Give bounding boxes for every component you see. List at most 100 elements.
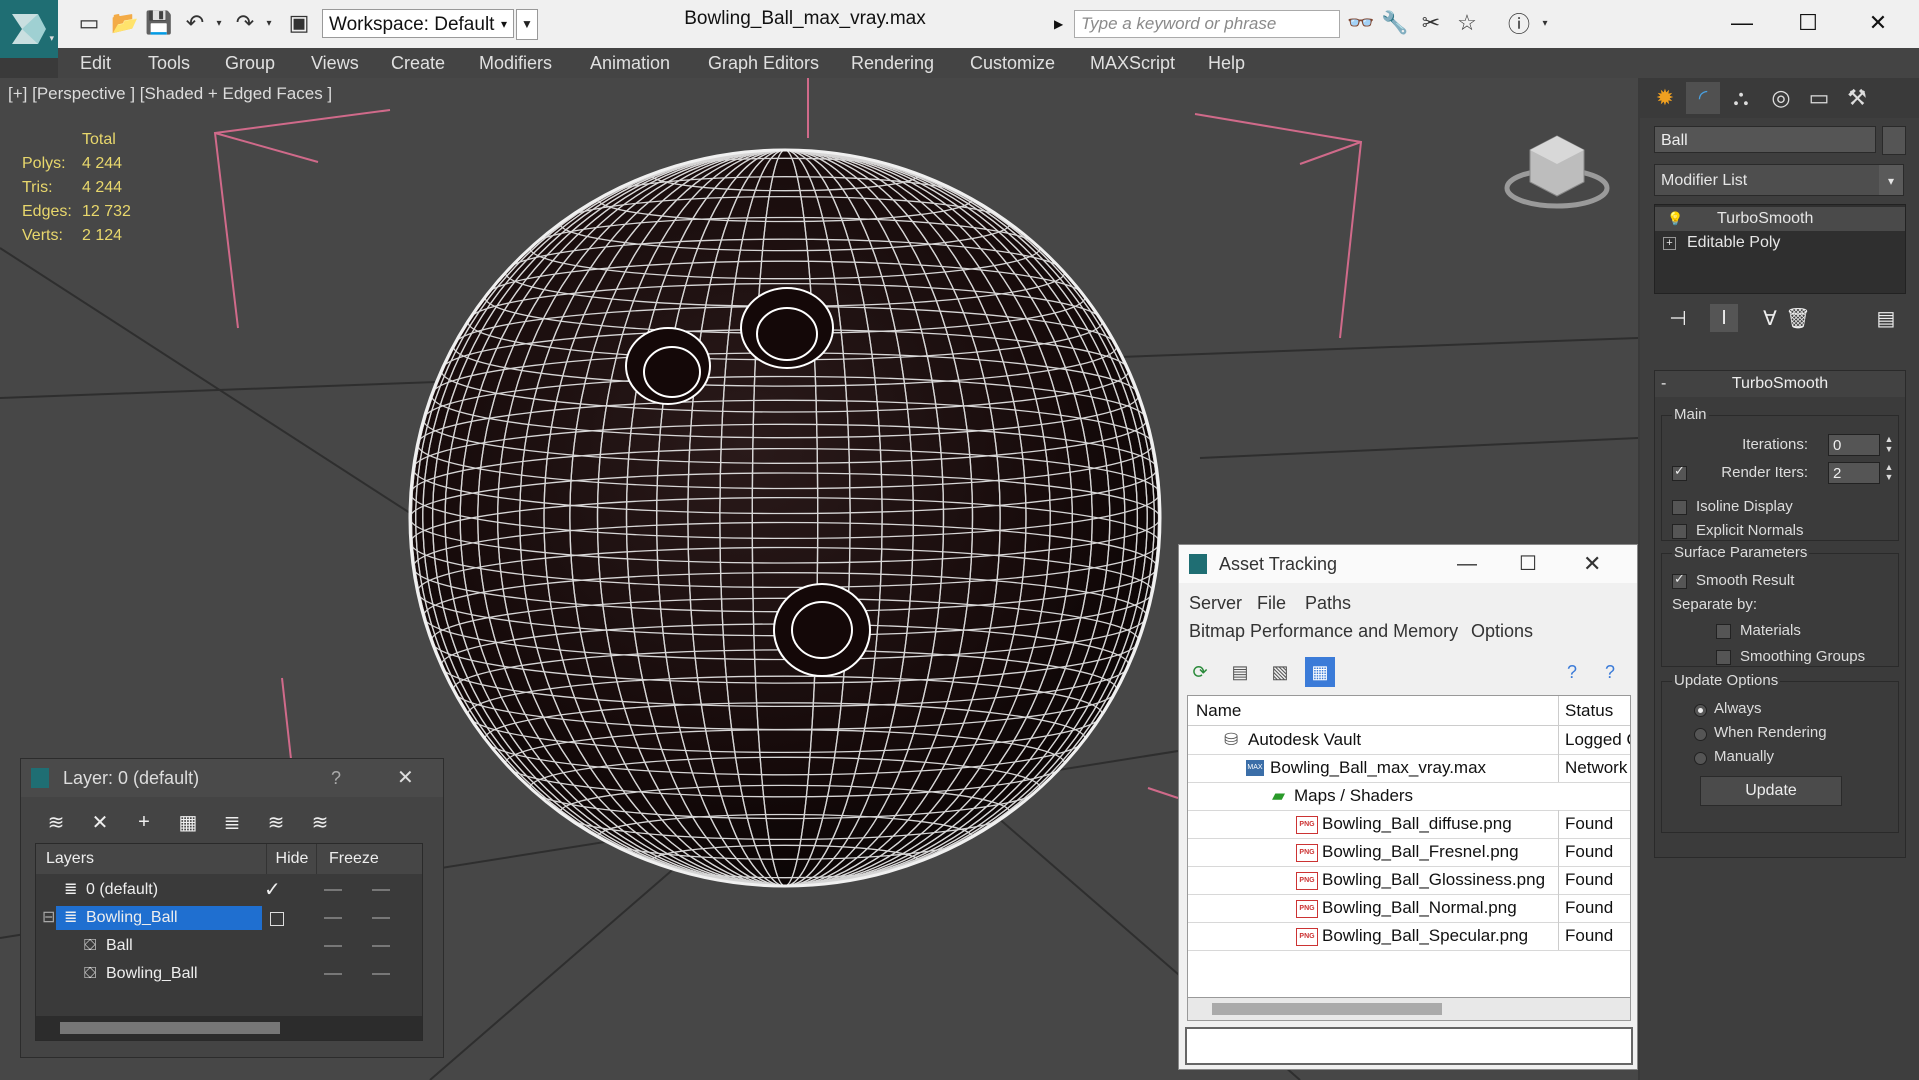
column-header-layers[interactable]: Layers [36,844,266,874]
modifier-list-dropdown[interactable]: Modifier List ▾ [1654,164,1904,196]
menu-edit[interactable]: Edit [80,48,111,78]
app-logo[interactable]: ▾ [0,0,58,58]
hide-all-layers-icon[interactable]: ≋ [305,807,335,837]
refresh-icon[interactable]: ⟳ [1185,657,1215,687]
horizontal-scrollbar[interactable] [36,1016,422,1040]
collapse-icon[interactable]: ⊟ [42,904,55,932]
help-icon[interactable]: ? [331,759,341,797]
update-button[interactable]: Update [1700,776,1842,806]
set-active-checkbox[interactable] [270,912,284,926]
materials-checkbox[interactable] [1716,624,1731,639]
undo-dropdown-icon[interactable]: ▾ [206,10,232,36]
menu-maxscript[interactable]: MAXScript [1090,48,1175,78]
column-header-freeze[interactable]: Freeze [316,844,422,874]
render-iters-checkbox[interactable] [1672,463,1687,481]
object-row[interactable]: ⛋ Ball [36,932,422,960]
make-unique-icon[interactable]: ∀ [1756,304,1784,332]
project-folder-icon[interactable]: ▣ [286,10,312,36]
column-header-status[interactable]: Status [1558,696,1630,726]
menu-server[interactable]: Server [1189,593,1242,614]
column-header-name[interactable]: Name [1188,696,1558,726]
hierarchy-tab-icon[interactable]: ⛬ [1724,82,1758,114]
horizontal-scrollbar[interactable] [1187,997,1631,1021]
save-icon[interactable]: 💾 [145,10,172,36]
menu-animation[interactable]: Animation [590,48,670,78]
layer-row[interactable]: ⊟ ≣ Bowling_Ball [36,904,422,932]
search-input[interactable]: Type a keyword or phrase [1074,10,1340,38]
show-end-result-icon[interactable]: Ι [1710,304,1738,332]
menu-graph-editors[interactable]: Graph Editors [708,48,819,78]
motion-tab-icon[interactable]: ◎ [1764,82,1798,114]
asset-row[interactable]: MAX Bowling_Ball_max_vray.max Network [1188,754,1630,783]
close-icon[interactable]: ✕ [1583,545,1601,583]
asset-row[interactable]: PNG Bowling_Ball_Normal.png Found [1188,894,1630,923]
stack-item-turbosmooth[interactable]: 💡 TurboSmooth [1655,207,1905,231]
search-expand-icon[interactable]: ▶ [1054,10,1072,38]
workspace-dropdown[interactable]: Workspace: Default ▾ [322,9,514,38]
menu-views[interactable]: Views [311,48,359,78]
scrollbar-thumb[interactable] [60,1022,280,1034]
asset-row[interactable]: PNG Bowling_Ball_Fresnel.png Found [1188,838,1630,867]
thumbnail-view-icon[interactable]: ▧ [1265,657,1295,687]
spinner-arrows-icon[interactable]: ▲ ▼ [1882,462,1896,484]
layer-row[interactable]: ≣ 0 (default) ✓ [36,876,422,904]
object-name-field[interactable]: Ball [1654,126,1876,153]
expand-icon[interactable]: + [1663,237,1676,250]
create-tab-icon[interactable]: ✹ [1648,82,1682,114]
layer-window-titlebar[interactable]: Layer: 0 (default) ? ✕ [21,759,443,797]
active-layer-check-icon[interactable]: ✓ [264,876,281,904]
add-icon[interactable]: + [129,807,159,837]
menu-help[interactable]: Help [1208,48,1245,78]
select-layer-icon[interactable]: ≣ [217,807,247,837]
minimize-button[interactable]: — [1722,6,1762,40]
settings-help-icon[interactable]: ? [1595,657,1625,687]
maximize-button[interactable]: ☐ [1788,6,1828,40]
isoline-display-checkbox[interactable] [1672,500,1687,515]
lightbulb-icon[interactable]: 💡 [1667,207,1683,231]
viewport-label[interactable]: [+] [Perspective ] [Shaded + Edged Faces… [8,84,332,104]
table-view-icon[interactable]: ▦ [1305,657,1335,687]
spinner-arrows-icon[interactable]: ▲ ▼ [1882,434,1896,456]
help-icon[interactable]: ⓘ [1506,10,1532,37]
always-radio[interactable] [1694,704,1707,717]
explicit-normals-checkbox[interactable] [1672,524,1687,539]
display-tab-icon[interactable]: ▭ [1802,82,1836,114]
redo-dropdown-icon[interactable]: ▾ [256,10,282,36]
rollout-header[interactable]: - TurboSmooth [1655,371,1905,397]
close-icon[interactable]: ✕ [397,759,414,797]
scrollbar-thumb[interactable] [1212,1003,1442,1015]
asset-row[interactable]: ▰ Maps / Shaders [1188,782,1630,811]
menu-file[interactable]: File [1257,593,1286,614]
menu-tools[interactable]: Tools [148,48,190,78]
menu-create[interactable]: Create [391,48,445,78]
menu-modifiers[interactable]: Modifiers [479,48,552,78]
column-header-hide[interactable]: Hide [266,844,317,874]
favorites-star-icon[interactable]: ☆ [1454,10,1480,36]
configure-modifier-sets-icon[interactable]: ▤ [1872,304,1900,332]
menu-paths[interactable]: Paths [1305,593,1351,614]
delete-icon[interactable]: ✕ [85,807,115,837]
render-iters-spinner[interactable]: 2 [1828,462,1880,484]
smoothing-groups-checkbox[interactable] [1716,650,1731,665]
menu-customize[interactable]: Customize [970,48,1055,78]
highlight-layer-icon[interactable]: ≋ [261,807,291,837]
minimize-icon[interactable]: — [1457,545,1477,583]
modify-tab-icon[interactable]: ◜ [1686,82,1720,114]
object-color-swatch[interactable] [1882,126,1906,155]
menu-options[interactable]: Options [1471,621,1533,642]
menu-rendering[interactable]: Rendering [851,48,934,78]
select-objects-icon[interactable]: ▦ [173,807,203,837]
close-button[interactable]: ✕ [1858,6,1898,40]
asset-row[interactable]: ⛁ Autodesk Vault Logged Out [1188,726,1630,755]
view-cube[interactable] [1504,135,1610,209]
help-icon[interactable]: ? [1557,657,1587,687]
undo-icon[interactable]: ↶ [182,10,208,36]
redo-icon[interactable]: ↷ [232,10,258,36]
asset-tracking-titlebar[interactable]: Asset Tracking — ☐ ✕ [1179,545,1637,583]
binoculars-icon[interactable]: 👓 [1347,10,1374,36]
new-file-icon[interactable]: ▭ [76,10,102,36]
asset-row[interactable]: PNG Bowling_Ball_diffuse.png Found [1188,810,1630,839]
asset-row[interactable]: PNG Bowling_Ball_Glossiness.png Found [1188,866,1630,895]
object-row[interactable]: ⛋ Bowling_Ball [36,960,422,988]
asset-path-field[interactable] [1185,1027,1633,1065]
